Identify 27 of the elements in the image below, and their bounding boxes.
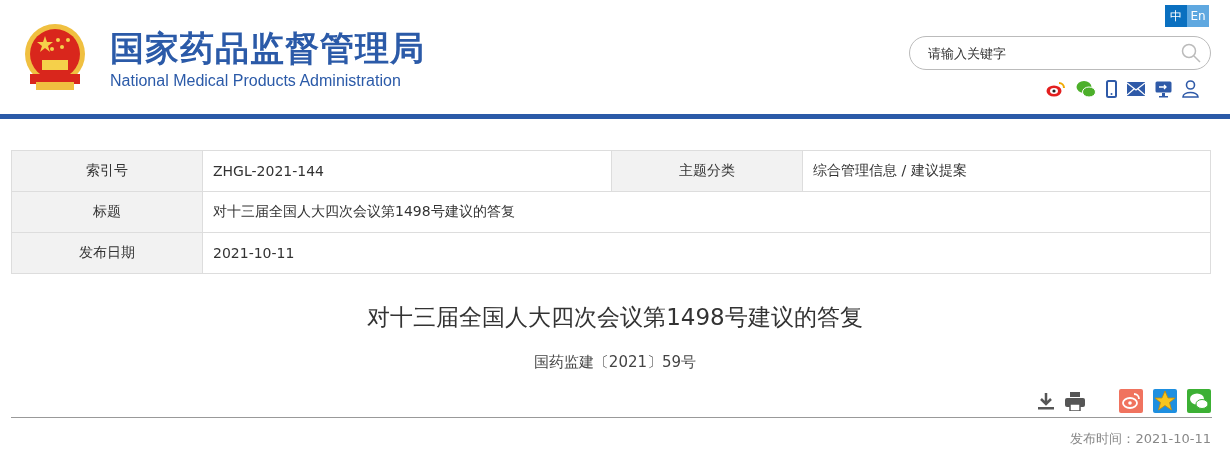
wechat-icon[interactable]: [1076, 80, 1096, 98]
weibo-icon[interactable]: [1046, 80, 1066, 98]
download-icon[interactable]: [1037, 392, 1055, 410]
field-label: 标题: [11, 191, 203, 233]
field-value: 2021-10-11: [202, 232, 1211, 274]
publish-time: 发布时间：2021-10-11: [1069, 430, 1211, 448]
monitor-icon[interactable]: [1155, 80, 1172, 98]
mail-icon[interactable]: [1127, 82, 1145, 96]
print-icon[interactable]: [1065, 391, 1085, 411]
document-number: 国药监建〔2021〕59号: [532, 353, 698, 372]
language-tab[interactable]: 中: [1165, 5, 1187, 27]
field-value: 综合管理信息 / 建议提案: [802, 150, 1211, 192]
field-label: 发布日期: [11, 232, 203, 274]
phone-icon[interactable]: [1106, 80, 1117, 98]
field-label: 索引号: [11, 150, 203, 192]
site-subtitle: National Medical Products Administration: [110, 72, 402, 90]
article-title: 对十三届全国人大四次会议第1498号建议的答复: [366, 303, 864, 332]
field-value: ZHGL-2021-144: [202, 150, 612, 192]
star-share-icon[interactable]: [1153, 389, 1177, 413]
site-title: 国家药品监督管理局: [110, 28, 425, 68]
weibo-share-icon[interactable]: [1119, 389, 1143, 413]
wechat-share-icon[interactable]: [1187, 389, 1211, 413]
language-tab[interactable]: En: [1187, 5, 1209, 27]
field-label: 主题分类: [611, 150, 803, 192]
search-field[interactable]: 请输入关键字: [909, 36, 1211, 70]
field-value: 对十三届全国人大四次会议第1498号建议的答复: [202, 191, 1211, 233]
user-icon[interactable]: [1182, 80, 1199, 98]
